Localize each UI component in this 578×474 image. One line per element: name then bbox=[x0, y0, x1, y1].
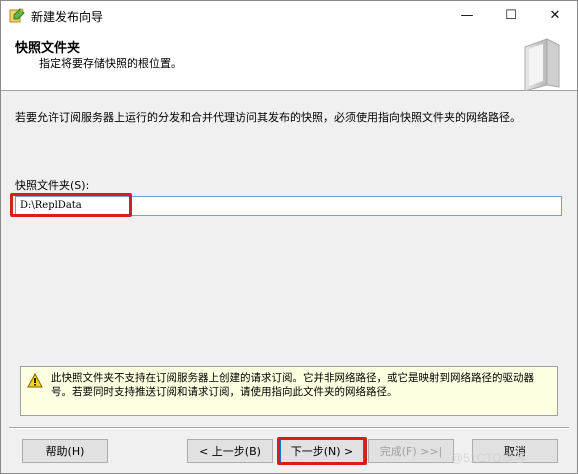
warning-icon bbox=[27, 373, 43, 388]
back-button[interactable]: < 上一步(B) bbox=[187, 439, 273, 463]
wizard-app-icon bbox=[9, 8, 25, 23]
finish-button[interactable]: 完成(F) >>| bbox=[368, 439, 454, 463]
maximize-button[interactable]: ☐ bbox=[489, 1, 533, 29]
help-button[interactable]: 帮助(H) bbox=[22, 439, 108, 463]
close-icon: ✕ bbox=[549, 7, 561, 23]
wizard-window: 新建发布向导 — ☐ ✕ 快照文件夹 指定将要存储快照的根位置。 若要允许订阅服… bbox=[0, 0, 578, 474]
minimize-icon: — bbox=[460, 7, 474, 23]
window-title: 新建发布向导 bbox=[31, 10, 104, 24]
title-bar[interactable]: 新建发布向导 — ☐ ✕ bbox=[1, 1, 577, 29]
button-separator bbox=[9, 427, 569, 429]
page-subtitle: 指定将要存储快照的根位置。 bbox=[39, 57, 182, 70]
warning-text: 此快照文件夹不支持在订阅服务器上创建的请求订阅。它并非网络路径，或它是映射到网络… bbox=[51, 372, 534, 398]
cancel-button[interactable]: 取消 bbox=[472, 439, 558, 463]
warning-panel: 此快照文件夹不支持在订阅服务器上创建的请求订阅。它并非网络路径，或它是映射到网络… bbox=[20, 366, 558, 416]
folder-graphic-icon bbox=[524, 38, 560, 91]
page-title: 快照文件夹 bbox=[15, 41, 81, 56]
snapshot-folder-input[interactable]: D:\ReplData bbox=[15, 196, 562, 216]
wizard-header: 快照文件夹 指定将要存储快照的根位置。 bbox=[1, 29, 577, 91]
minimize-button[interactable]: — bbox=[445, 1, 489, 29]
maximize-icon: ☐ bbox=[505, 7, 517, 23]
snapshot-folder-label: 快照文件夹(S): bbox=[15, 179, 90, 192]
close-button[interactable]: ✕ bbox=[533, 1, 577, 29]
description-text: 若要允许订阅服务器上运行的分发和合并代理访问其发布的快照，必须使用指向快照文件夹… bbox=[15, 111, 521, 124]
next-button[interactable]: 下一步(N) > bbox=[280, 439, 364, 463]
